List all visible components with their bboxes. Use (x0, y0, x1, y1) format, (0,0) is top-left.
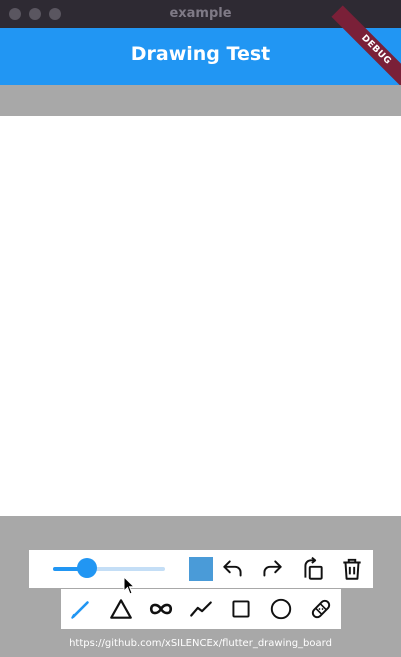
undo-icon[interactable] (220, 556, 246, 582)
app-bar: Drawing Test DEBUG (0, 5, 401, 95)
color-picker-button[interactable] (189, 557, 213, 581)
action-toolbar (29, 550, 373, 588)
triangle-icon[interactable] (108, 596, 134, 622)
rectangle-icon[interactable] (228, 596, 254, 622)
footer-link[interactable]: https://github.com/xSILENCEx/flutter_dra… (0, 638, 401, 649)
page-title: Drawing Test (130, 43, 271, 65)
mouse-cursor-icon (123, 576, 136, 595)
infinity-icon[interactable] (148, 596, 174, 622)
slider-thumb[interactable] (76, 558, 97, 578)
stroke-width-slider[interactable] (53, 567, 165, 571)
eraser-icon[interactable] (308, 596, 334, 622)
delete-icon[interactable] (339, 556, 365, 582)
polyline-icon[interactable] (188, 596, 214, 622)
canvas-top-margin (0, 85, 401, 116)
shape-toolbar (61, 589, 341, 629)
drawing-canvas[interactable] (0, 116, 401, 516)
pen-icon[interactable] (68, 596, 94, 622)
rotate-icon[interactable] (300, 556, 326, 582)
redo-icon[interactable] (259, 556, 285, 582)
circle-icon[interactable] (268, 596, 294, 622)
app-window: example Drawing Test DEBUG https://githu… (0, 0, 401, 657)
